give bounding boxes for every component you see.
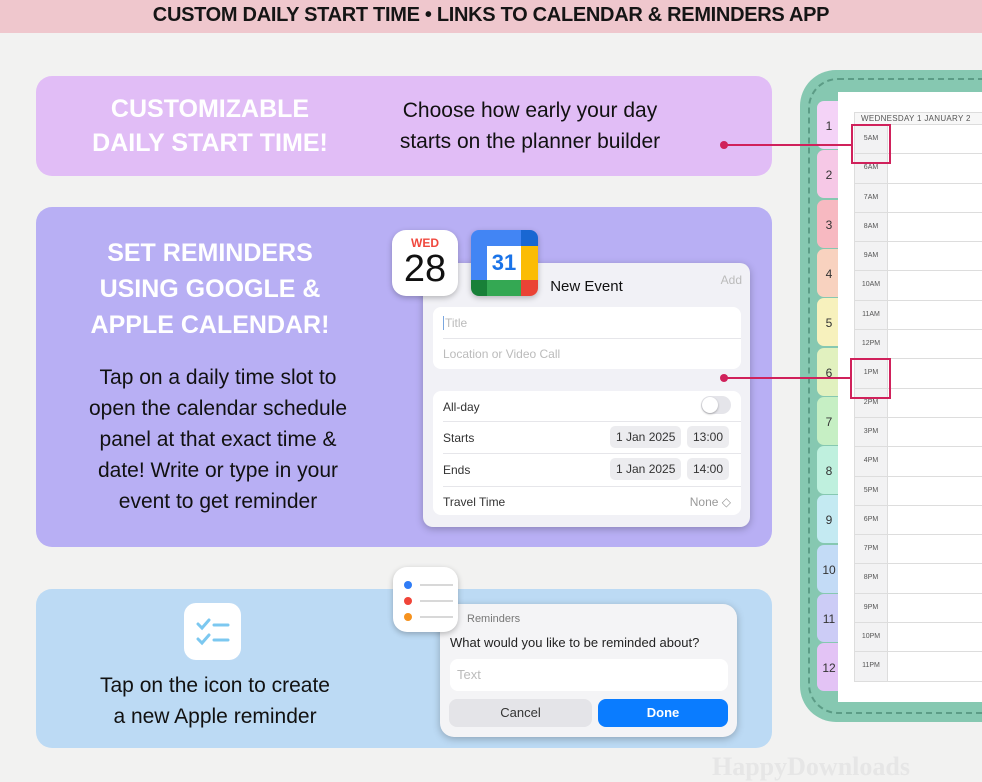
new-event-panel: New Event Add Title Location or Video Ca…	[423, 263, 750, 527]
time-slot-row[interactable]: 10AM	[854, 271, 982, 301]
ends-date-button[interactable]: 1 Jan 2025	[610, 458, 682, 480]
connector-line	[724, 144, 851, 146]
heading-line: DAILY START TIME!	[92, 129, 328, 157]
time-slot-row[interactable]: 5PM	[854, 476, 982, 506]
time-label: 10PM	[855, 623, 888, 652]
text-line: a new Apple reminder	[113, 705, 317, 728]
location-input[interactable]: Location or Video Call	[433, 347, 560, 361]
time-label: 12PM	[855, 330, 888, 359]
ends-label: Ends	[443, 463, 471, 477]
time-label: 3PM	[855, 417, 888, 447]
time-slot-row[interactable]: 6PM	[854, 505, 982, 536]
heading-line: SET REMINDERS	[107, 239, 313, 267]
calendar-date: 28	[403, 248, 447, 290]
google-calendar-icon[interactable]: 31	[471, 230, 538, 296]
time-slot-row[interactable]: 7AM	[854, 183, 982, 213]
travel-time-label: Travel Time	[443, 495, 506, 509]
start-time-heading: CUSTOMIZABLE DAILY START TIME!	[70, 92, 350, 160]
heading-line: USING GOOGLE &	[99, 275, 321, 303]
text-line: panel at that exact time &	[99, 428, 337, 451]
text-line: Choose how early your day	[402, 99, 658, 122]
event-details-group: Title Location or Video Call	[433, 307, 741, 369]
heading-line: APPLE CALENDAR!	[90, 311, 330, 339]
highlight-1pm	[850, 358, 891, 399]
all-day-toggle[interactable]	[701, 396, 731, 414]
time-slot-row[interactable]: 8PM	[854, 564, 982, 594]
time-slot-row[interactable]: 12PM	[854, 330, 982, 360]
time-label: 8PM	[855, 564, 888, 593]
time-label: 4PM	[855, 447, 888, 476]
reminder-dialog: Reminders What would you like to be remi…	[440, 604, 737, 737]
time-slot-row[interactable]: 11PM	[854, 652, 982, 682]
time-slot-row[interactable]: 3PM	[854, 417, 982, 448]
event-title-input[interactable]: Title	[443, 316, 467, 330]
text-line: starts on the planner builder	[399, 130, 661, 153]
time-label: 7PM	[855, 535, 888, 564]
apple-calendar-icon[interactable]: WED 28	[392, 230, 458, 296]
time-label: 5PM	[855, 476, 888, 505]
time-label: 6PM	[855, 505, 888, 535]
time-label: 11PM	[855, 652, 888, 681]
watermark: HappyDownloads	[712, 752, 910, 781]
text-line: event to get reminder	[118, 490, 318, 513]
highlight-5am	[851, 124, 891, 164]
starts-time-button[interactable]: 13:00	[687, 426, 730, 448]
header-banner: CUSTOM DAILY START TIME • LINKS TO CALEN…	[0, 0, 982, 33]
time-label: 10AM	[855, 271, 888, 300]
time-slot-row[interactable]: 9PM	[854, 593, 982, 624]
time-label: 11AM	[855, 300, 888, 330]
time-label: 8AM	[855, 212, 888, 242]
reminders-text: Tap on a daily time slot to open the cal…	[48, 362, 388, 517]
travel-time-select[interactable]: None ◇	[690, 495, 731, 509]
checklist-icon[interactable]	[184, 603, 241, 660]
heading-line: CUSTOMIZABLE	[110, 95, 310, 123]
time-slot-row[interactable]: 8AM	[854, 212, 982, 243]
reminders-heading: SET REMINDERS USING GOOGLE & APPLE CALEN…	[70, 235, 350, 343]
connector-line	[724, 377, 850, 379]
cancel-button[interactable]: Cancel	[449, 699, 592, 727]
time-slot-row[interactable]: 7PM	[854, 535, 982, 565]
text-line: Tap on the icon to create	[100, 674, 330, 697]
calendar-date: 31	[487, 246, 521, 280]
reminders-app-label: Reminders	[467, 613, 521, 625]
time-slot-row[interactable]: 11AM	[854, 300, 982, 331]
reminder-text-input[interactable]: Text	[450, 659, 728, 691]
time-slot-row[interactable]: 9AM	[854, 242, 982, 272]
reminders-app-icon[interactable]	[393, 567, 458, 632]
time-slot-row[interactable]: 4PM	[854, 447, 982, 477]
apple-reminder-text: Tap on the icon to create a new Apple re…	[60, 670, 370, 732]
all-day-label: All-day	[443, 400, 480, 414]
time-label: 9AM	[855, 242, 888, 271]
text-line: Tap on a daily time slot to	[99, 366, 337, 389]
starts-label: Starts	[443, 431, 475, 445]
reminder-question: What would you like to be reminded about…	[450, 635, 700, 650]
time-label: 7AM	[855, 183, 888, 212]
event-time-group: All-day Starts 1 Jan 2025 13:00 Ends 1 J…	[433, 391, 741, 515]
start-time-text: Choose how early your day starts on the …	[355, 95, 705, 157]
ends-time-button[interactable]: 14:00	[687, 458, 730, 480]
text-line: date! Write or type in your	[97, 459, 339, 482]
starts-date-button[interactable]: 1 Jan 2025	[610, 426, 682, 448]
add-button[interactable]: Add	[721, 273, 742, 287]
done-button[interactable]: Done	[598, 699, 728, 727]
time-slot-row[interactable]: 10PM	[854, 623, 982, 653]
text-line: open the calendar schedule	[88, 397, 348, 420]
time-label: 9PM	[855, 593, 888, 623]
